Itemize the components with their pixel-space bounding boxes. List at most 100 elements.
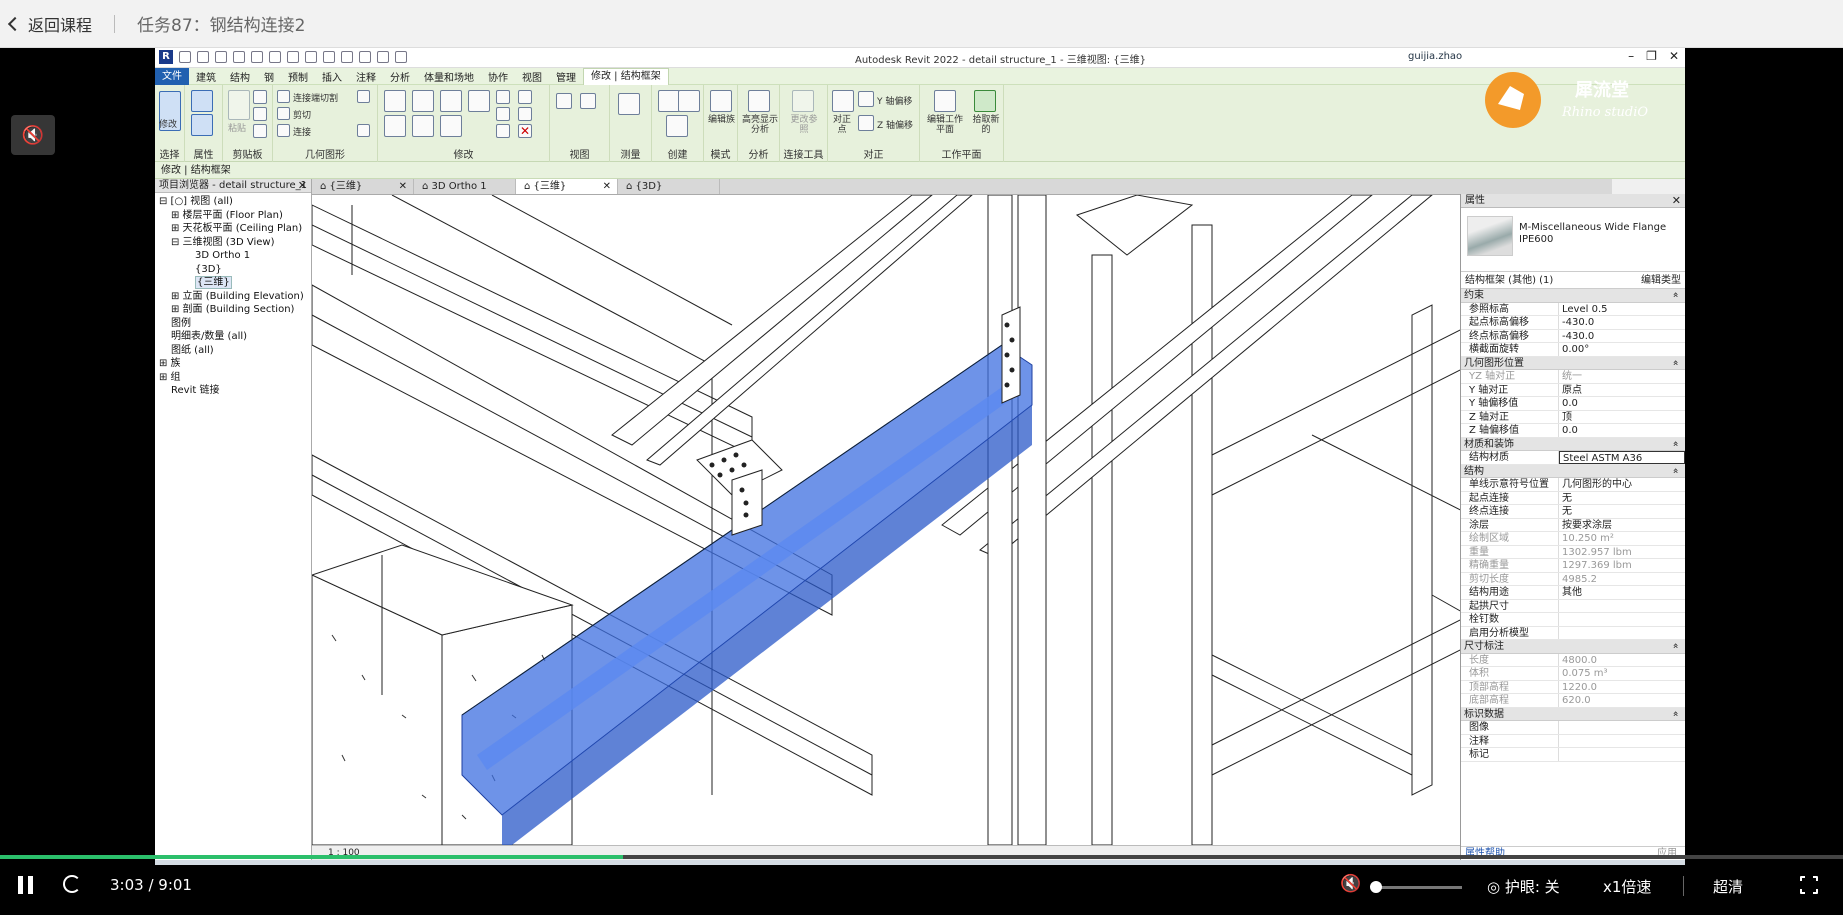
justification-points-icon[interactable] (832, 90, 854, 112)
property-value[interactable]: 顶 (1559, 411, 1685, 424)
browser-item[interactable]: 明细表/数量 (all) (155, 330, 311, 344)
hide-icon[interactable] (580, 93, 596, 109)
property-value[interactable] (1559, 721, 1685, 734)
view-tab[interactable]: ⌂ {三维} ✕ (312, 179, 414, 194)
trim-icon[interactable] (518, 107, 532, 121)
menu-tab-2[interactable]: 结构 (223, 69, 257, 84)
cut-geometry-icon[interactable] (277, 107, 290, 120)
property-section-header[interactable]: 材质和装饰 (1461, 437, 1685, 451)
menu-tab-9[interactable]: 协作 (481, 69, 515, 84)
property-value[interactable]: 1220.0 (1559, 681, 1685, 694)
close-icon[interactable]: ✕ (1672, 194, 1681, 208)
property-section-header[interactable]: 约束 (1461, 289, 1685, 303)
property-section-header[interactable]: 标识数据 (1461, 707, 1685, 721)
menu-tab-3[interactable]: 钢 (257, 69, 281, 84)
change-reference-icon[interactable] (792, 90, 814, 112)
property-section-header[interactable]: 几何图形位置 (1461, 356, 1685, 370)
view-tab[interactable]: ⌂ {3D} (618, 179, 720, 194)
edit-work-plane-icon[interactable] (934, 90, 956, 112)
revit-logo-icon[interactable]: R (159, 50, 173, 64)
browser-item[interactable]: ⊞ 组 (155, 371, 311, 385)
copy-icon[interactable] (253, 107, 267, 121)
fullscreen-icon[interactable] (1799, 875, 1819, 895)
move-icon[interactable] (384, 115, 406, 137)
browser-item[interactable]: ⊞ 剖面 (Building Section) (155, 303, 311, 317)
browser-item[interactable]: ⊞ 立面 (Building Elevation) (155, 290, 311, 304)
property-value[interactable]: 原点 (1559, 384, 1685, 397)
property-value[interactable]: 1297.369 lbm (1559, 559, 1685, 572)
rotate-icon[interactable] (440, 115, 462, 137)
property-value[interactable]: 0.00° (1559, 343, 1685, 356)
menu-tab-8[interactable]: 体量和场地 (417, 69, 481, 84)
align-icon[interactable] (384, 90, 406, 112)
property-value[interactable]: 其他 (1559, 586, 1685, 599)
property-value[interactable]: 4800.0 (1559, 654, 1685, 667)
view-tab[interactable]: ⌂ 3D Ortho 1 (414, 179, 516, 194)
join-icon[interactable] (277, 124, 290, 137)
section-icon[interactable] (341, 51, 353, 63)
property-value[interactable]: 无 (1559, 492, 1685, 505)
browser-item[interactable]: ⊞ 族 (155, 357, 311, 371)
switch-windows-icon[interactable] (395, 51, 407, 63)
playback-speed-button[interactable]: x1倍速 (1603, 876, 1651, 897)
minimize-icon[interactable]: – (1628, 49, 1634, 63)
muted-speaker-icon[interactable]: 🔇 (11, 115, 55, 155)
property-value[interactable]: 1302.957 lbm (1559, 546, 1685, 559)
property-value[interactable]: 4985.2 (1559, 573, 1685, 586)
wall-join-icon[interactable] (357, 90, 370, 103)
property-value[interactable]: 0.0 (1559, 424, 1685, 437)
replay-icon[interactable] (63, 875, 81, 893)
text-icon[interactable] (305, 51, 317, 63)
cut-icon[interactable] (253, 90, 267, 104)
match-type-icon[interactable] (253, 124, 267, 138)
menu-tab-1[interactable]: 建筑 (189, 69, 223, 84)
browser-item[interactable]: {三维} (155, 276, 311, 290)
pause-icon[interactable] (18, 876, 34, 894)
property-value[interactable] (1559, 613, 1685, 626)
browser-item[interactable]: ⊟ 三维视图 (3D View) (155, 236, 311, 250)
highlight-analysis-icon[interactable] (748, 90, 770, 112)
browser-item[interactable]: ⊞ 天花板平面 (Ceiling Plan) (155, 222, 311, 236)
close-icon[interactable]: ✕ (603, 179, 611, 195)
browser-item[interactable]: {3D} (155, 263, 311, 277)
3d-viewport[interactable] (312, 195, 1609, 845)
property-value[interactable]: 按要求涂层 (1559, 519, 1685, 532)
menu-tab-0[interactable]: 文件 (155, 67, 189, 85)
print-icon[interactable] (269, 51, 281, 63)
menu-tab-11[interactable]: 管理 (549, 69, 583, 84)
browser-item[interactable]: 图例 (155, 317, 311, 331)
back-to-course-button[interactable]: 返回课程 (6, 12, 92, 36)
cope-icon[interactable] (277, 90, 290, 103)
view-tab[interactable]: ⌂ {三维} ✕ (516, 179, 618, 194)
close-hidden-icon[interactable] (377, 51, 389, 63)
save-icon[interactable] (197, 51, 209, 63)
type-properties-icon[interactable] (191, 114, 213, 136)
property-value[interactable]: 0.0 (1559, 397, 1685, 410)
mirror-draw-icon[interactable] (468, 90, 490, 112)
user-name[interactable]: guijia.zhao (1408, 51, 1462, 62)
property-value[interactable]: -430.0 (1559, 330, 1685, 343)
scale-icon[interactable] (496, 124, 510, 138)
property-value[interactable]: 620.0 (1559, 694, 1685, 707)
browser-item[interactable]: 图纸 (all) (155, 344, 311, 358)
3d-view-icon[interactable] (323, 51, 335, 63)
z-offset-icon[interactable] (858, 115, 874, 131)
property-value[interactable]: 几何图形的中心 (1559, 478, 1685, 491)
property-value[interactable] (1559, 600, 1685, 613)
y-offset-icon[interactable] (858, 91, 874, 107)
volume-slider[interactable] (1372, 886, 1462, 889)
volume-knob[interactable] (1370, 881, 1382, 893)
undo-icon[interactable] (233, 51, 245, 63)
array-icon[interactable] (496, 107, 510, 121)
property-value[interactable] (1559, 735, 1685, 748)
property-section-header[interactable]: 尺寸标注 (1461, 640, 1685, 654)
close-icon[interactable]: ✕ (399, 179, 407, 195)
sync-icon[interactable] (215, 51, 227, 63)
menu-tab-6[interactable]: 注释 (349, 69, 383, 84)
edit-type-button[interactable]: 编辑类型 (1641, 272, 1681, 289)
create-assembly-icon[interactable] (658, 90, 680, 112)
type-selector[interactable]: M-Miscellaneous Wide Flange IPE600 (1461, 208, 1685, 272)
browser-item[interactable]: ⊞ 楼层平面 (Floor Plan) (155, 209, 311, 223)
delete-icon[interactable]: ✕ (518, 124, 532, 138)
split-icon[interactable] (496, 90, 510, 104)
